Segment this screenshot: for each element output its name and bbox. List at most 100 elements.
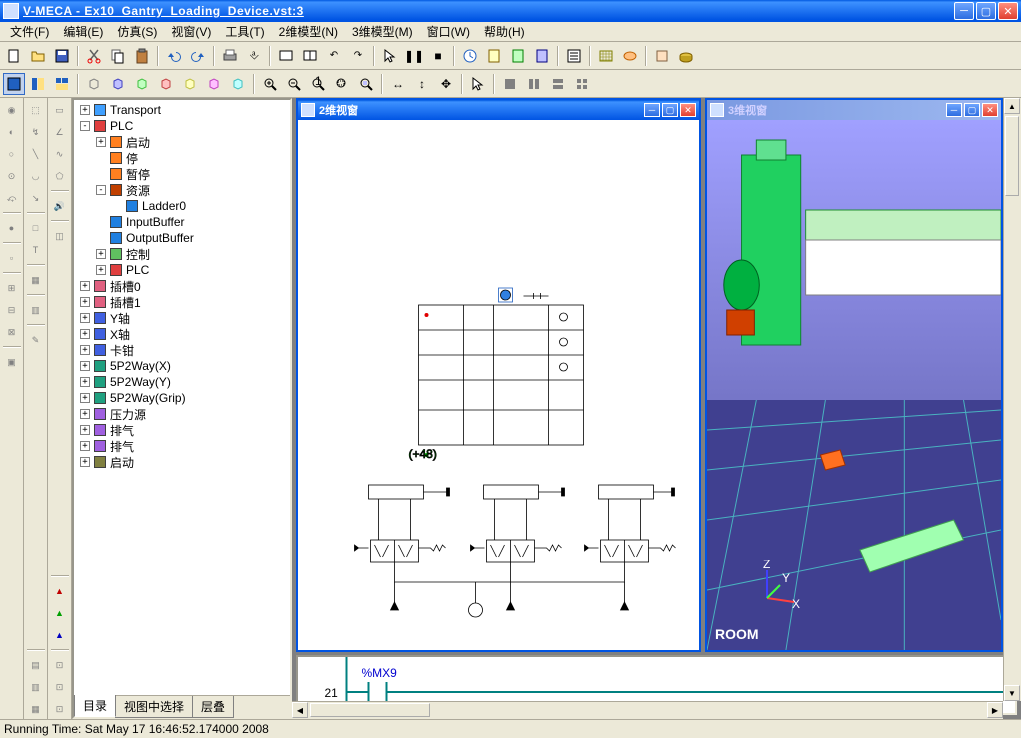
tree-expand-icon[interactable]: + bbox=[80, 313, 90, 323]
comp-dot-icon[interactable]: ● bbox=[2, 218, 22, 238]
tree-node[interactable]: InputBuffer bbox=[76, 214, 288, 230]
grid1-button[interactable] bbox=[499, 73, 521, 95]
zoom-fit-button[interactable] bbox=[355, 73, 377, 95]
shape-poly-icon[interactable]: ⬠ bbox=[50, 166, 70, 186]
clock-button[interactable] bbox=[459, 45, 481, 67]
mdi-2d-close[interactable]: ✕ bbox=[680, 103, 696, 117]
tree-tab-selection[interactable]: 视图中选择 bbox=[115, 696, 193, 718]
menu-view[interactable]: 视窗(V) bbox=[165, 21, 217, 42]
doc2-button[interactable] bbox=[507, 45, 529, 67]
comp-btn-icon[interactable]: ◐ bbox=[2, 122, 22, 142]
doc3-button[interactable] bbox=[531, 45, 553, 67]
grid3-button[interactable] bbox=[547, 73, 569, 95]
tree-node[interactable]: Ladder0 bbox=[76, 198, 288, 214]
scroll-thumb-h[interactable] bbox=[310, 703, 430, 717]
tool-p3-icon[interactable]: ▦ bbox=[26, 699, 46, 719]
mdi-window-2d[interactable]: 2维视窗 ─ ▢ ✕ bbox=[296, 98, 701, 652]
comp-sq-icon[interactable]: ▫ bbox=[2, 248, 22, 268]
tool-p1-icon[interactable]: ▤ bbox=[26, 655, 46, 675]
box3-button[interactable] bbox=[155, 73, 177, 95]
pan-y-button[interactable]: ↕ bbox=[411, 73, 433, 95]
grid2-button[interactable] bbox=[523, 73, 545, 95]
undo2-button[interactable]: ↶ bbox=[323, 45, 345, 67]
tree-node[interactable]: +启动 bbox=[76, 454, 288, 470]
tool-group-icon[interactable]: ⬚ bbox=[26, 100, 46, 120]
tool-r1-icon[interactable]: ⊡ bbox=[50, 655, 70, 675]
workspace-scrollbar-v[interactable]: ▲ ▼ bbox=[1003, 98, 1021, 701]
tool-p2-icon[interactable]: ▥ bbox=[26, 677, 46, 697]
tool-arc-icon[interactable]: ◡ bbox=[26, 166, 46, 186]
box2-button[interactable] bbox=[131, 73, 153, 95]
scroll-up-button[interactable]: ▲ bbox=[1004, 98, 1020, 114]
select-button[interactable] bbox=[467, 73, 489, 95]
tool-arrow-icon[interactable]: ↘ bbox=[26, 188, 46, 208]
tool-text-icon[interactable]: T bbox=[26, 240, 46, 260]
comp-t4-icon[interactable]: ▣ bbox=[2, 352, 22, 372]
redo2-button[interactable]: ↷ bbox=[347, 45, 369, 67]
undo-button[interactable] bbox=[163, 45, 185, 67]
tree-expand-icon[interactable]: + bbox=[80, 441, 90, 451]
zoom-window-button[interactable] bbox=[331, 73, 353, 95]
tree-expand-icon[interactable]: + bbox=[80, 281, 90, 291]
new-button[interactable] bbox=[3, 45, 25, 67]
mdi-2d-min[interactable]: ─ bbox=[644, 103, 660, 117]
tree-node[interactable]: +PLC bbox=[76, 262, 288, 278]
tree-tab-cascade[interactable]: 层叠 bbox=[192, 696, 234, 718]
open-button[interactable] bbox=[27, 45, 49, 67]
tree-expand-icon[interactable]: + bbox=[80, 361, 90, 371]
zoom-100-button[interactable]: 1 bbox=[307, 73, 329, 95]
shape-box-icon[interactable]: ▭ bbox=[50, 100, 70, 120]
schematic-viewport[interactable]: (+48) bbox=[298, 120, 699, 650]
tree-node[interactable]: +插槽1 bbox=[76, 294, 288, 310]
box7-button[interactable] bbox=[83, 73, 105, 95]
tree-expand-icon[interactable]: - bbox=[96, 185, 106, 195]
tool-r3-icon[interactable]: ⊡ bbox=[50, 699, 70, 719]
tree-node[interactable]: +X轴 bbox=[76, 326, 288, 342]
tree-expand-icon[interactable]: + bbox=[96, 265, 106, 275]
tree-node[interactable]: +控制 bbox=[76, 246, 288, 262]
tool-q3-icon[interactable]: ▲ bbox=[50, 625, 70, 645]
box1-button[interactable] bbox=[107, 73, 129, 95]
maximize-button[interactable]: ▢ bbox=[976, 2, 996, 20]
find-button[interactable]: ⎀ bbox=[243, 45, 265, 67]
tool-q2-icon[interactable]: ▲ bbox=[50, 603, 70, 623]
comp-t3-icon[interactable]: ⊠ bbox=[2, 322, 22, 342]
tool-c-icon[interactable]: ▥ bbox=[26, 300, 46, 320]
menu-file[interactable]: 文件(F) bbox=[4, 21, 55, 42]
shape-a-icon[interactable]: ◫ bbox=[50, 226, 70, 246]
tree-expand-icon[interactable]: + bbox=[80, 377, 90, 387]
zoom-in-button[interactable] bbox=[259, 73, 281, 95]
tree-node[interactable]: +启动 bbox=[76, 134, 288, 150]
mdi-window-3d[interactable]: 3维视窗 ─ ▢ ✕ bbox=[705, 98, 1003, 652]
box4-button[interactable] bbox=[179, 73, 201, 95]
comp-rect-icon[interactable]: ⊙ bbox=[2, 166, 22, 186]
tree-expand-icon[interactable]: + bbox=[96, 249, 106, 259]
tree-node[interactable]: +Transport bbox=[76, 102, 288, 118]
print-button[interactable] bbox=[219, 45, 241, 67]
cut-button[interactable] bbox=[83, 45, 105, 67]
tree-expand-icon[interactable]: + bbox=[96, 137, 106, 147]
tree-node[interactable]: +排气 bbox=[76, 438, 288, 454]
mdi-3d-max[interactable]: ▢ bbox=[964, 103, 980, 117]
tree-expand-icon[interactable]: + bbox=[80, 409, 90, 419]
tree-expand-icon[interactable]: + bbox=[80, 345, 90, 355]
mdi-3d-close[interactable]: ✕ bbox=[982, 103, 998, 117]
minimize-button[interactable]: ─ bbox=[954, 2, 974, 20]
tree-node[interactable]: +压力源 bbox=[76, 406, 288, 422]
tree-node[interactable]: -PLC bbox=[76, 118, 288, 134]
screen2-button[interactable] bbox=[299, 45, 321, 67]
tree-expand-icon[interactable]: + bbox=[80, 393, 90, 403]
tool-edit-icon[interactable]: ✎ bbox=[26, 330, 46, 350]
tree-node[interactable]: +卡钳 bbox=[76, 342, 288, 358]
render1-button[interactable] bbox=[595, 45, 617, 67]
box5-button[interactable] bbox=[203, 73, 225, 95]
scroll-right-button[interactable]: ▶ bbox=[987, 702, 1003, 718]
menu-model2d[interactable]: 2维模型(N) bbox=[273, 21, 344, 42]
paste-button[interactable] bbox=[131, 45, 153, 67]
layout1-button[interactable] bbox=[3, 73, 25, 95]
save-button[interactable] bbox=[51, 45, 73, 67]
pan-xy-button[interactable]: ✥ bbox=[435, 73, 457, 95]
shape-angle-icon[interactable]: ∠ bbox=[50, 122, 70, 142]
redo-button[interactable] bbox=[187, 45, 209, 67]
shape-curve-icon[interactable]: ∿ bbox=[50, 144, 70, 164]
